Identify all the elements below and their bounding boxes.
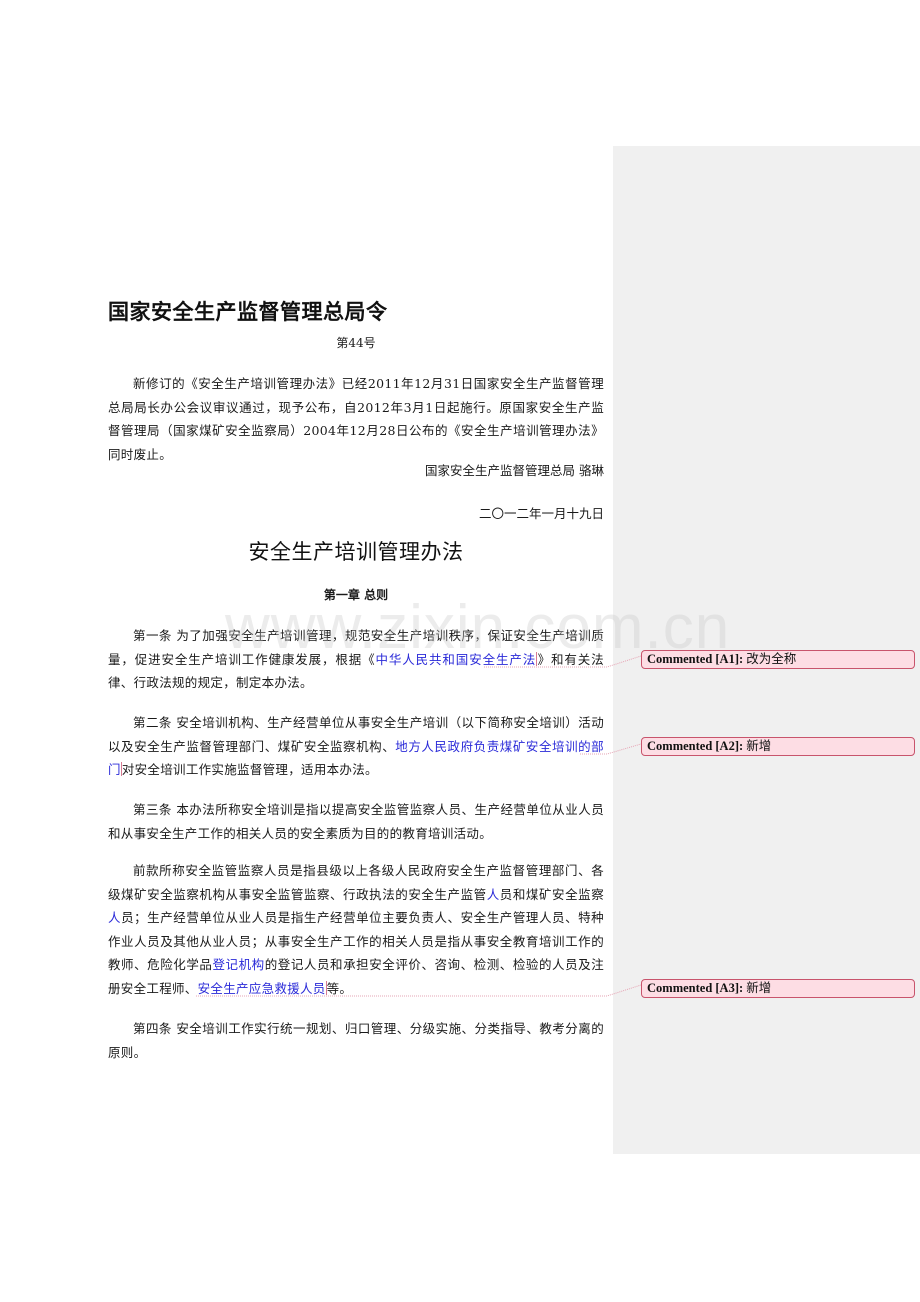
article-2: 第二条 安全培训机构、生产经营单位从事安全生产培训（以下简称安全培训）活动以及安…: [108, 711, 604, 782]
decree-title: 国家安全生产监督管理总局令: [108, 300, 388, 324]
comment-balloon-a3[interactable]: Commented [A3]: 新增: [641, 979, 915, 998]
comment-balloon-a2[interactable]: Commented [A2]: 新增: [641, 737, 915, 756]
inserted-text-a3[interactable]: 安全生产应急救援人员: [198, 981, 326, 996]
definitions-text-2: 员和煤矿安全监察: [499, 886, 604, 902]
comment-text: 新增: [746, 739, 772, 753]
article-4: 第四条 安全培训工作实行统一规划、归口管理、分级实施、分类指导、教考分离的原则。: [108, 1021, 604, 1060]
article-2-text-after: 对安全培训工作实施监督管理，适用本办法。: [121, 762, 378, 777]
comment-label: Commented [A2]:: [647, 739, 744, 753]
inserted-text-a1[interactable]: 中华人民共和国安全生产法: [376, 652, 537, 667]
signature-line: 国家安全生产监督管理总局 骆琳: [425, 463, 604, 478]
definitions-text-5: 等。: [326, 980, 353, 996]
preamble-paragraph: 新修订的《安全生产培训管理办法》已经2011年12月31日国家安全生产监督管理总…: [108, 376, 604, 462]
inserted-text[interactable]: 登记机构: [212, 957, 264, 972]
paragraph-definitions: 前款所称安全监管监察人员是指县级以上各级人民政府安全生产监督管理部门、各级煤矿安…: [108, 859, 604, 1000]
comment-text: 新增: [746, 981, 772, 995]
inserted-text[interactable]: 人: [487, 887, 500, 902]
article-1: 第一条 为了加强安全生产培训管理，规范安全生产培训秩序，保证安全生产培训质量，促…: [108, 624, 604, 695]
comment-label: Commented [A3]:: [647, 981, 744, 995]
comment-balloon-a1[interactable]: Commented [A1]: 改为全称: [641, 650, 915, 669]
comment-label: Commented [A1]:: [647, 652, 744, 666]
article-3: 第三条 本办法所称安全培训是指以提高安全监管监察人员、生产经营单位从业人员和从事…: [108, 802, 604, 841]
chapter-heading: 第一章 总则: [323, 588, 389, 602]
inserted-text[interactable]: 人: [108, 910, 121, 925]
comment-text: 改为全称: [746, 652, 797, 666]
order-number: 第44号: [336, 336, 376, 350]
document-page: www.zixin.com.cn 国家安全生产监督管理总局令 第44号 新修订的…: [0, 0, 920, 1302]
regulation-title: 安全生产培训管理办法: [248, 540, 464, 564]
date-line: 二〇一二年一月十九日: [478, 506, 604, 521]
